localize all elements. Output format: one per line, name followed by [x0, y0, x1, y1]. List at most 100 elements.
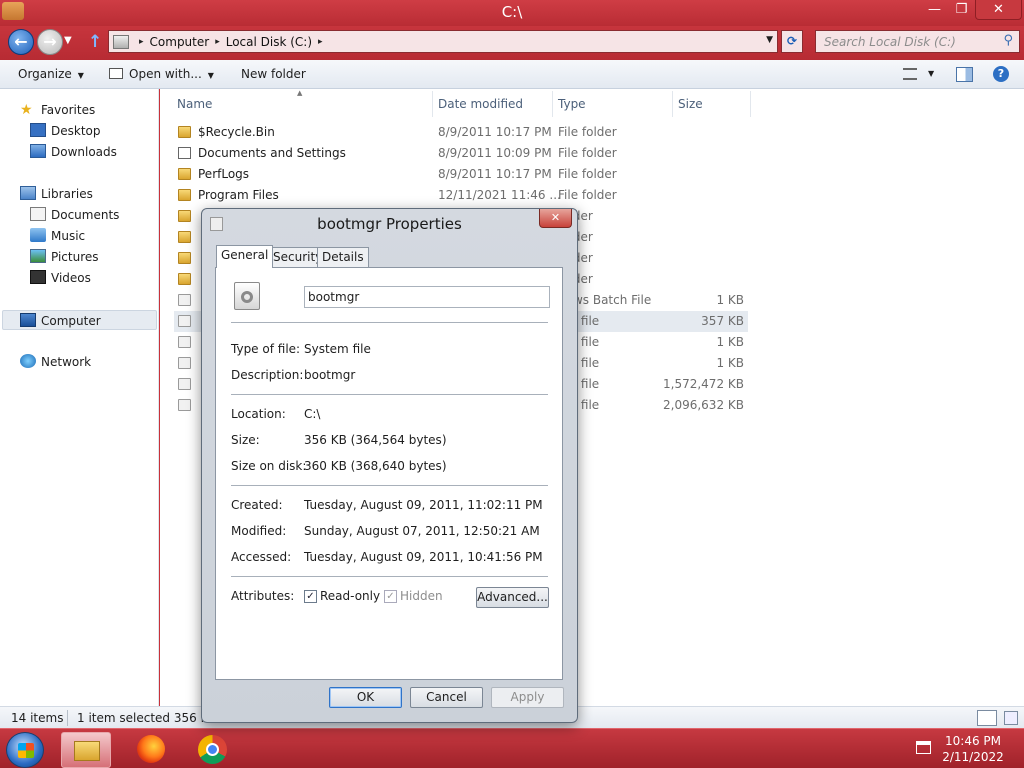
back-button[interactable]: ← [8, 29, 34, 55]
file-row[interactable]: PerfLogs 8/9/2011 10:17 PM File folder [174, 164, 748, 185]
breadcrumb-separator[interactable]: ▸ [139, 37, 144, 47]
maximize-button[interactable]: ❐ [948, 0, 975, 20]
network-icon [20, 354, 36, 368]
large-icons-view-icon[interactable] [1004, 711, 1018, 725]
address-bar[interactable]: ▸ Computer ▸ Local Disk (C:) ▸ ▼ [108, 30, 778, 53]
breadcrumb-separator[interactable]: ▸ [318, 37, 323, 47]
forward-button[interactable]: → [37, 29, 63, 55]
column-header-size[interactable]: Size [678, 97, 703, 111]
column-header-type[interactable]: Type [558, 97, 586, 111]
refresh-button[interactable]: ⟳ [781, 30, 803, 53]
organize-button[interactable]: Organize ▼ [18, 67, 84, 81]
recent-pages-chevron-down-icon[interactable]: ▼ [64, 35, 72, 46]
new-folder-button[interactable]: New folder [241, 67, 306, 81]
divider [231, 322, 548, 323]
up-arrow-icon[interactable]: ↑ [88, 32, 102, 52]
column-header-name[interactable]: Name [177, 97, 212, 111]
nav-videos[interactable]: Videos [30, 268, 91, 288]
item-count: 14 items [11, 711, 64, 725]
system-file-icon [178, 294, 191, 306]
search-icon[interactable]: ⚲ [1003, 33, 1013, 48]
details-view-icon[interactable] [977, 710, 997, 726]
folder-icon [178, 252, 191, 264]
file-size: 1 KB [716, 356, 744, 370]
pictures-icon [30, 249, 46, 263]
address-history-chevron-down-icon[interactable]: ▼ [766, 35, 773, 45]
breadcrumb-computer[interactable]: Computer [150, 35, 210, 49]
column-divider[interactable] [432, 91, 433, 117]
column-header-date[interactable]: Date modified [438, 97, 523, 111]
nav-favorites[interactable]: ★ Favorites [20, 100, 95, 120]
start-button[interactable] [6, 732, 44, 768]
accessed-label: Accessed: [231, 550, 292, 564]
documents-icon [30, 207, 46, 221]
modified-label: Modified: [231, 524, 287, 538]
taskbar-explorer-button[interactable] [61, 732, 111, 768]
column-divider[interactable] [750, 91, 751, 117]
file-row[interactable]: Documents and Settings 8/9/2011 10:09 PM F… [174, 143, 748, 164]
action-center-flag-icon[interactable] [916, 741, 931, 754]
computer-icon [20, 313, 36, 327]
nav-libraries[interactable]: Libraries [20, 184, 93, 204]
system-clock[interactable]: 10:46 PM 2/11/2022 [941, 733, 1005, 765]
minimize-button[interactable]: — [921, 0, 948, 20]
column-divider[interactable] [672, 91, 673, 117]
folder-icon [178, 126, 191, 138]
taskbar: 10:46 PM 2/11/2022 [0, 728, 1024, 768]
nav-desktop-label: Desktop [51, 124, 101, 138]
dialog-close-button[interactable]: ✕ [539, 209, 572, 228]
preview-pane-icon[interactable] [956, 67, 973, 82]
search-input[interactable]: Search Local Disk (C:) ⚲ [815, 30, 1020, 53]
window-title: C:\ [501, 3, 523, 21]
close-button[interactable]: ✕ [975, 0, 1022, 20]
advanced-button[interactable]: Advanced... [476, 587, 549, 608]
system-file-icon [178, 378, 191, 390]
description-value: bootmgr [304, 368, 356, 382]
ok-button[interactable]: OK [329, 687, 402, 708]
filename-field[interactable]: bootmgr [304, 286, 550, 308]
file-type: File folder [558, 125, 617, 139]
nav-downloads-label: Downloads [51, 145, 117, 159]
file-type: File folder [558, 146, 617, 160]
firefox-icon[interactable] [137, 735, 165, 763]
open-with-label: Open with... [129, 67, 202, 81]
hidden-label[interactable]: Hidden [400, 589, 443, 603]
breadcrumb-local-disk[interactable]: Local Disk (C:) [226, 35, 312, 49]
file-size: 1,572,472 KB [663, 377, 744, 391]
videos-icon [30, 270, 46, 284]
type-of-file-label: Type of file: [231, 342, 301, 356]
divider [231, 485, 548, 486]
nav-documents[interactable]: Documents [30, 205, 119, 225]
chrome-center-icon [206, 743, 219, 756]
nav-music[interactable]: Music [30, 226, 85, 246]
view-options-chevron-down-icon[interactable]: ▼ [928, 69, 934, 78]
nav-pictures[interactable]: Pictures [30, 247, 99, 267]
help-icon[interactable]: ? [993, 66, 1009, 82]
file-row[interactable]: $Recycle.Bin 8/9/2011 10:17 PM File folder [174, 122, 748, 143]
file-size: 1 KB [716, 335, 744, 349]
read-only-label[interactable]: Read-only [320, 589, 380, 603]
created-value: Tuesday, August 09, 2011, 11:02:11 PM [304, 498, 543, 512]
file-row[interactable]: Program Files 12/11/2021 11:46 ... File fo… [174, 185, 748, 206]
nav-network[interactable]: Network [20, 352, 91, 372]
hidden-checkbox[interactable]: ✓ [384, 590, 397, 603]
tab-general[interactable]: General [216, 245, 274, 268]
file-date-modified: 8/9/2011 10:17 PM [438, 125, 552, 139]
chrome-icon[interactable] [198, 735, 227, 764]
file-type: File folder [558, 167, 617, 181]
nav-computer[interactable]: Computer [2, 310, 157, 330]
column-divider[interactable] [552, 91, 553, 117]
nav-videos-label: Videos [51, 271, 91, 285]
open-with-button[interactable]: Open with... ▼ [109, 67, 214, 81]
read-only-checkbox[interactable]: ✓ [304, 590, 317, 603]
properties-dialog: bootmgr Properties ✕ General Security De… [201, 208, 578, 723]
command-bar: Organize ▼ Open with... ▼ New folder ▼ ? [0, 60, 1024, 89]
apply-button[interactable]: Apply [491, 687, 564, 708]
file-name: Program Files [198, 188, 279, 202]
cancel-button[interactable]: Cancel [410, 687, 483, 708]
tab-details[interactable]: Details [317, 247, 369, 267]
change-view-icon[interactable] [903, 68, 917, 80]
nav-desktop[interactable]: Desktop [30, 121, 101, 141]
breadcrumb-separator[interactable]: ▸ [215, 37, 220, 47]
nav-downloads[interactable]: Downloads [30, 142, 117, 162]
